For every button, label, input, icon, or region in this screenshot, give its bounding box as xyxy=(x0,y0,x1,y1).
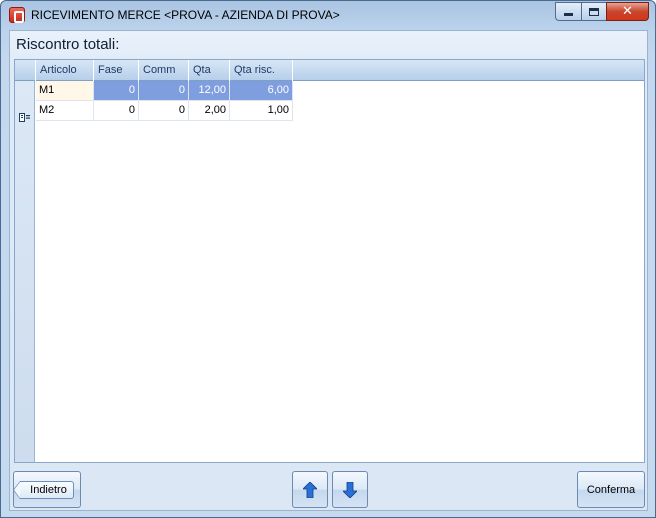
cell-comm[interactable]: 0 xyxy=(139,101,189,121)
column-header-comm[interactable]: Comm xyxy=(139,60,189,81)
title-bar[interactable]: RICEVIMENTO MERCE <PROVA - AZIENDA DI PR… xyxy=(1,1,655,29)
column-header-qta[interactable]: Qta xyxy=(189,60,230,81)
close-icon: ✕ xyxy=(622,4,633,19)
window-title: RICEVIMENTO MERCE <PROVA - AZIENDA DI PR… xyxy=(31,8,340,22)
header-corner xyxy=(15,60,36,81)
cell-comm[interactable]: 0 xyxy=(139,81,189,101)
row-indicator-column xyxy=(15,81,35,462)
column-header-articolo[interactable]: Articolo xyxy=(36,60,94,81)
cell-qta-risc[interactable]: 6,00 xyxy=(230,81,293,101)
arrow-down-icon xyxy=(343,481,357,498)
client-area: Riscontro totali: Articolo Fase Comm Qta… xyxy=(9,30,648,511)
maximize-button[interactable] xyxy=(581,2,606,21)
close-button[interactable]: ✕ xyxy=(606,2,649,21)
cell-articolo[interactable]: M2 xyxy=(36,101,94,121)
app-icon[interactable] xyxy=(9,7,25,23)
cell-fase[interactable]: 0 xyxy=(94,81,139,101)
cell-qta-risc[interactable]: 1,00 xyxy=(230,101,293,121)
caption-buttons: ✕ xyxy=(555,2,649,22)
move-down-button[interactable] xyxy=(332,471,368,508)
app-window: RICEVIMENTO MERCE <PROVA - AZIENDA DI PR… xyxy=(0,0,656,518)
section-title: Riscontro totali: xyxy=(16,36,120,53)
confirm-button[interactable]: Conferma xyxy=(577,471,645,508)
row-edit-icon xyxy=(19,113,30,122)
column-header-fase[interactable]: Fase xyxy=(94,60,139,81)
cell-fase[interactable]: 0 xyxy=(94,101,139,121)
minimize-button[interactable] xyxy=(555,2,581,21)
back-button[interactable]: Indietro xyxy=(13,471,81,508)
cell-qta[interactable]: 2,00 xyxy=(189,101,230,121)
cell-articolo[interactable]: M1 xyxy=(36,81,94,101)
column-header-qta-risc[interactable]: Qta risc. xyxy=(230,60,293,81)
arrow-up-icon xyxy=(303,481,317,498)
maximize-icon xyxy=(589,7,599,16)
move-up-button[interactable] xyxy=(292,471,328,508)
minimize-icon xyxy=(564,13,573,16)
grid-header: Articolo Fase Comm Qta Qta risc. xyxy=(15,60,644,81)
totals-grid[interactable]: Articolo Fase Comm Qta Qta risc. M1 0 0 … xyxy=(14,59,645,463)
back-button-label: Indietro xyxy=(13,480,74,499)
cell-qta[interactable]: 12,00 xyxy=(189,81,230,101)
